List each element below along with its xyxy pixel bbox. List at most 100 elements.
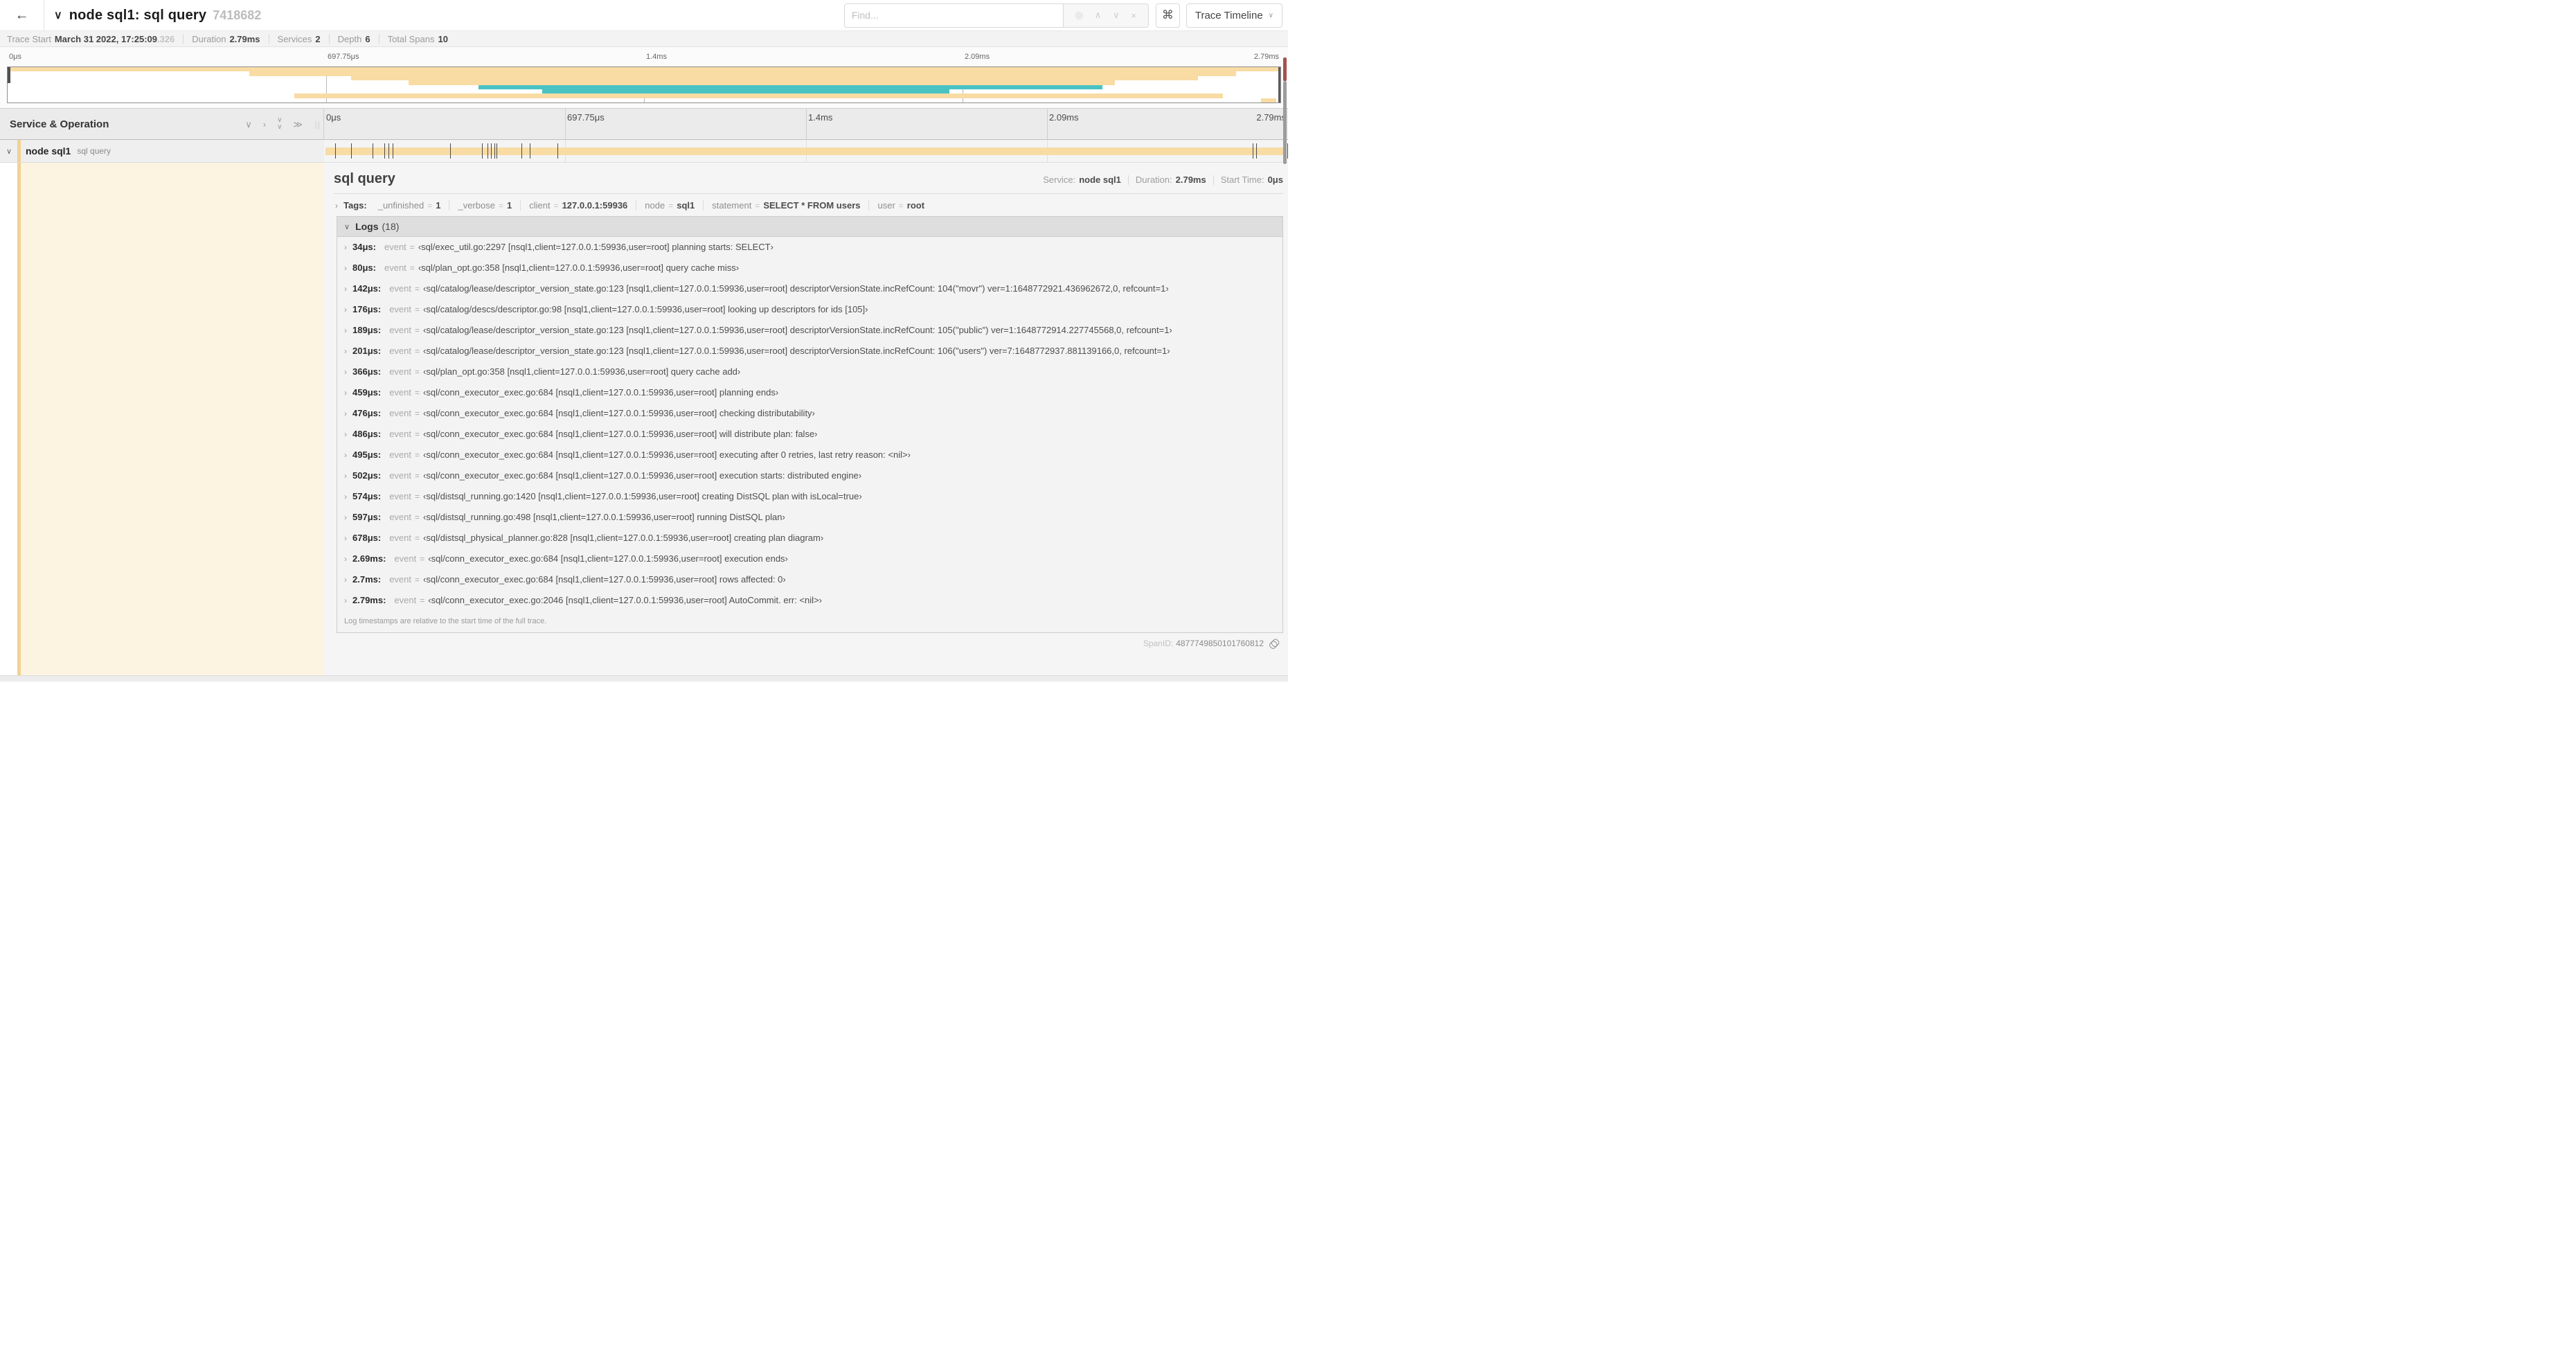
trace-collapse-icon[interactable]: ∨ — [54, 8, 62, 22]
log-timestamp: 80μs: — [352, 262, 376, 273]
span-collapse-icon[interactable]: ∨ — [6, 147, 12, 156]
trace-meta-item: Total Spans 10 — [388, 34, 448, 44]
deep-link-icon[interactable] — [1268, 638, 1279, 649]
equals-sign: = — [420, 554, 425, 564]
divider — [1213, 175, 1214, 185]
log-row[interactable]: › 142μs: event = ‹sql/catalog/lease/descript… — [337, 278, 1282, 299]
log-timestamp: 597μs: — [352, 512, 382, 522]
find-prev-icon[interactable]: ∧ — [1095, 10, 1102, 21]
log-row[interactable]: › 2.7ms: event = ‹sql/conn_executor_exec.go:… — [337, 569, 1282, 590]
log-row[interactable]: › 2.79ms: event = ‹sql/conn_executor_exec.go… — [337, 590, 1282, 611]
log-expand-icon[interactable]: › — [344, 492, 347, 501]
log-expand-icon[interactable]: › — [344, 326, 347, 335]
log-expand-icon[interactable]: › — [344, 429, 347, 439]
column-resizer[interactable]: || — [315, 120, 321, 130]
log-expand-icon[interactable]: › — [344, 284, 347, 294]
span-detail-panel: sql query Service: node sql1 Duration: 2.79… — [324, 163, 1288, 675]
span-row-name-cell[interactable]: ∨ node sql1 sql query — [0, 140, 324, 162]
log-expand-icon[interactable]: › — [344, 575, 347, 585]
log-expand-icon[interactable]: › — [344, 513, 347, 522]
log-row[interactable]: › 201μs: event = ‹sql/catalog/lease/descript… — [337, 341, 1282, 362]
log-field-name: event — [394, 553, 417, 564]
span-duration-bar[interactable] — [325, 148, 1287, 155]
log-row[interactable]: › 80μs: event = ‹sql/plan_opt.go:358 [nsql1,… — [337, 258, 1282, 278]
log-expand-icon[interactable]: › — [344, 596, 347, 605]
log-marker-tick — [494, 143, 495, 159]
command-icon: ⌘ — [1161, 8, 1174, 21]
top-bar-actions: ◎ ∧ ∨ × ⌘ Trace Timeline ∨ — [843, 3, 1282, 28]
log-value: ‹sql/conn_executor_exec.go:684 [nsql1,cl… — [423, 387, 779, 398]
log-row[interactable]: › 486μs: event = ‹sql/conn_executor_exec.go:… — [337, 424, 1282, 445]
log-row[interactable]: › 502μs: event = ‹sql/conn_executor_exec.go:… — [337, 465, 1282, 486]
back-button[interactable]: ← — [0, 0, 44, 30]
log-timestamp: 476μs: — [352, 408, 382, 418]
log-expand-icon[interactable]: › — [344, 409, 347, 418]
log-expand-icon[interactable]: › — [344, 367, 347, 377]
time-tick-label: 0μs — [9, 53, 21, 61]
equals-sign: = — [420, 596, 425, 605]
minimap-right-scrubber-handle[interactable] — [1278, 67, 1280, 103]
log-row[interactable]: › 574μs: event = ‹sql/distsql_running.go:142… — [337, 486, 1282, 507]
divider — [328, 34, 330, 44]
meta-label: Depth — [337, 33, 362, 44]
log-row[interactable]: › 34μs: event = ‹sql/exec_util.go:2297 [nsql… — [337, 237, 1282, 258]
minimap-left-scrubber-handle[interactable] — [8, 67, 10, 83]
log-row[interactable]: › 476μs: event = ‹sql/conn_executor_exec.go:… — [337, 403, 1282, 424]
scrollbar-thumb[interactable] — [1283, 81, 1287, 164]
log-row[interactable]: › 459μs: event = ‹sql/conn_executor_exec.go:… — [337, 382, 1282, 403]
find-input[interactable] — [843, 3, 1064, 28]
trace-meta-item: Depth 6 — [338, 34, 370, 44]
tags-expand-icon[interactable]: › — [335, 201, 338, 211]
expand-all-icon[interactable]: ≫ — [293, 120, 303, 129]
log-row[interactable]: › 678μs: event = ‹sql/distsql_physical_plann… — [337, 528, 1282, 549]
expand-one-icon[interactable]: › — [263, 120, 266, 129]
gridline — [806, 109, 807, 139]
log-row[interactable]: › 495μs: event = ‹sql/conn_executor_exec.go:… — [337, 445, 1282, 465]
log-expand-icon[interactable]: › — [344, 305, 347, 314]
trace-meta-item: Services 2 — [278, 34, 321, 44]
trace-meta-bar: Trace Start March 31 2022, 17:25:09.326 Du… — [0, 30, 1288, 47]
log-value: ‹sql/conn_executor_exec.go:684 [nsql1,cl… — [423, 574, 786, 585]
equals-sign: = — [553, 200, 559, 211]
span-row-track[interactable] — [324, 140, 1288, 162]
span-detail-header[interactable]: sql query Service: node sql1 Duration: 2.79… — [334, 171, 1283, 194]
log-field-name: event — [389, 304, 412, 314]
log-expand-icon[interactable]: › — [344, 388, 347, 398]
tag-item: _unfinished = 1 — [370, 200, 450, 211]
keyboard-shortcuts-button[interactable]: ⌘ — [1155, 3, 1180, 28]
log-field-name: event — [389, 325, 412, 335]
logs-header[interactable]: ∨ Logs (18) — [337, 217, 1282, 237]
minimap-canvas[interactable] — [7, 66, 1281, 103]
tag-value: root — [906, 200, 925, 211]
log-expand-icon[interactable]: › — [344, 554, 347, 564]
collapse-all-icon[interactable]: ∨ ∨ — [277, 117, 282, 131]
span-detail-gutter — [0, 163, 324, 675]
log-row[interactable]: › 189μs: event = ‹sql/catalog/lease/descript… — [337, 320, 1282, 341]
logs-collapse-icon[interactable]: ∨ — [344, 222, 350, 231]
log-expand-icon[interactable]: › — [344, 263, 347, 273]
time-tick-label: 0μs — [326, 112, 341, 123]
log-expand-icon[interactable]: › — [344, 471, 347, 481]
log-value: ‹sql/catalog/lease/descriptor_version_st… — [423, 346, 1170, 356]
log-expand-icon[interactable]: › — [344, 450, 347, 460]
meta-label: Trace Start — [7, 33, 51, 44]
log-row[interactable]: › 2.69ms: event = ‹sql/conn_executor_exec.go… — [337, 549, 1282, 569]
collapse-one-icon[interactable]: ∨ — [245, 120, 252, 129]
log-expand-icon[interactable]: › — [344, 533, 347, 543]
tag-key: user — [877, 200, 895, 211]
find-next-icon[interactable]: ∨ — [1113, 10, 1120, 21]
tags-row[interactable]: › Tags: _unfinished = 1 _verbose = 1 client = 12… — [334, 194, 1283, 216]
find-clear-icon[interactable]: × — [1131, 10, 1136, 21]
gridline — [565, 109, 566, 139]
log-expand-icon[interactable]: › — [344, 346, 347, 356]
log-row[interactable]: › 597μs: event = ‹sql/distsql_running.go:498… — [337, 507, 1282, 528]
span-row[interactable]: ∨ node sql1 sql query — [0, 140, 1288, 163]
log-timestamp: 201μs: — [352, 346, 382, 356]
log-row[interactable]: › 366μs: event = ‹sql/plan_opt.go:358 [nsql1… — [337, 362, 1282, 382]
log-expand-icon[interactable]: › — [344, 242, 347, 252]
log-row[interactable]: › 176μs: event = ‹sql/catalog/descs/descript… — [337, 299, 1282, 320]
trace-minimap: 0μs 697.75μs 1.4ms 2.09ms 2.79ms — [0, 47, 1288, 108]
time-tick-label: 2.79ms — [1253, 53, 1279, 61]
target-icon[interactable]: ◎ — [1075, 10, 1083, 21]
view-selector-button[interactable]: Trace Timeline ∨ — [1186, 3, 1282, 28]
